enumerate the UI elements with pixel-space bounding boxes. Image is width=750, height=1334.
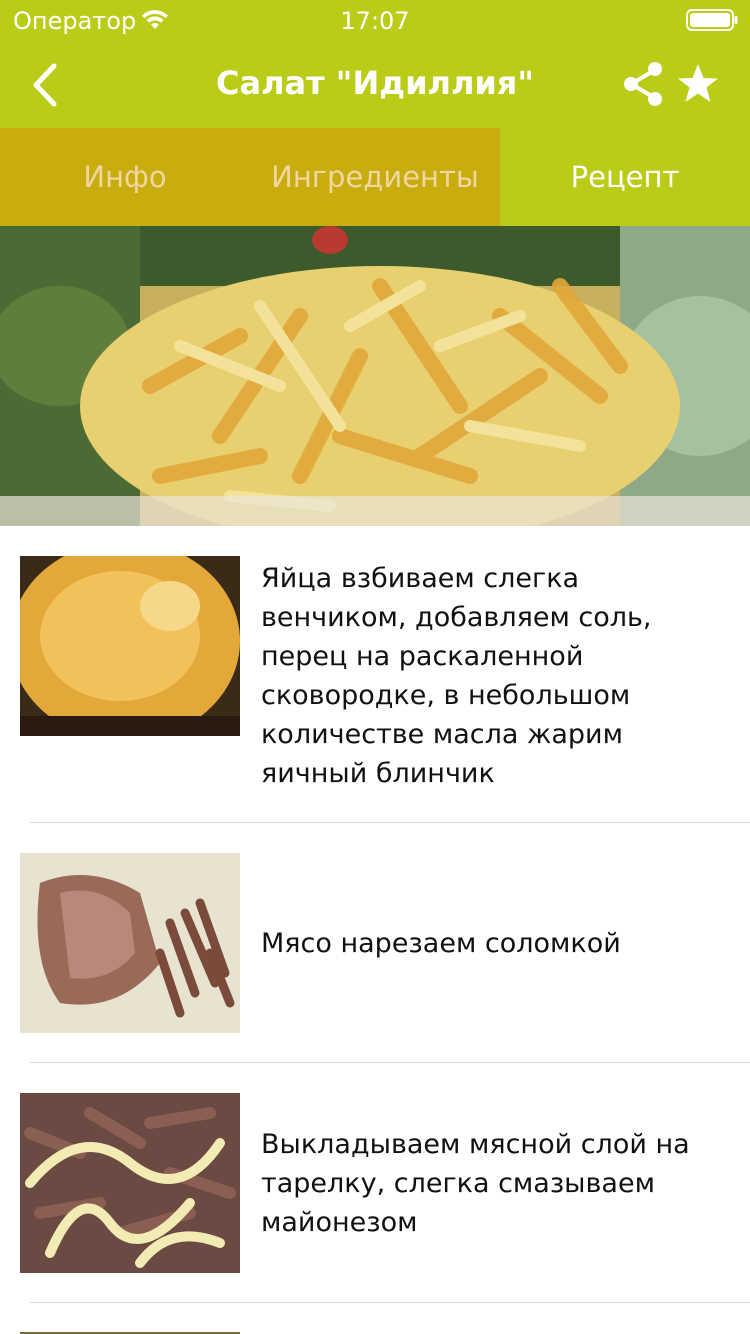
tab-bar: Инфо Ингредиенты Рецепт	[0, 128, 750, 226]
tab-ingredients[interactable]: Ингредиенты	[250, 128, 500, 226]
list-item: Выкладываем мясной слой на тарелку, слег…	[0, 1063, 750, 1303]
step-description: Яйца взбиваем слегка венчиком, добавляем…	[261, 563, 652, 789]
list-item	[0, 1304, 750, 1334]
divider	[30, 1302, 750, 1303]
list-item: Яйца взбиваем слегка венчиком, добавляем…	[0, 526, 750, 823]
chevron-left-icon[interactable]	[22, 60, 72, 110]
list-item: Мясо нарезаем соломкой	[0, 823, 750, 1063]
page-title: Салат "Идиллия"	[215, 64, 535, 102]
tab-info[interactable]: Инфо	[0, 128, 250, 226]
step-image	[20, 853, 240, 1033]
status-bar: Оператор 17:07	[0, 0, 750, 40]
step-description: Мясо нарезаем соломкой	[261, 927, 621, 959]
tab-recipe[interactable]: Рецепт	[500, 128, 750, 226]
nav-bar: Салат "Идиллия"	[0, 40, 750, 128]
star-icon[interactable]	[676, 62, 720, 106]
battery-icon	[686, 9, 738, 31]
status-time: 17:07	[340, 7, 410, 35]
step-description: Выкладываем мясной слой на тарелку, слег…	[261, 1128, 690, 1238]
step-image	[20, 556, 240, 736]
step-image	[20, 1093, 240, 1273]
share-icon[interactable]	[620, 60, 666, 108]
app-header: Оператор 17:07 Салат "Идиллия"	[0, 0, 750, 128]
recipe-hero-image	[0, 226, 750, 526]
